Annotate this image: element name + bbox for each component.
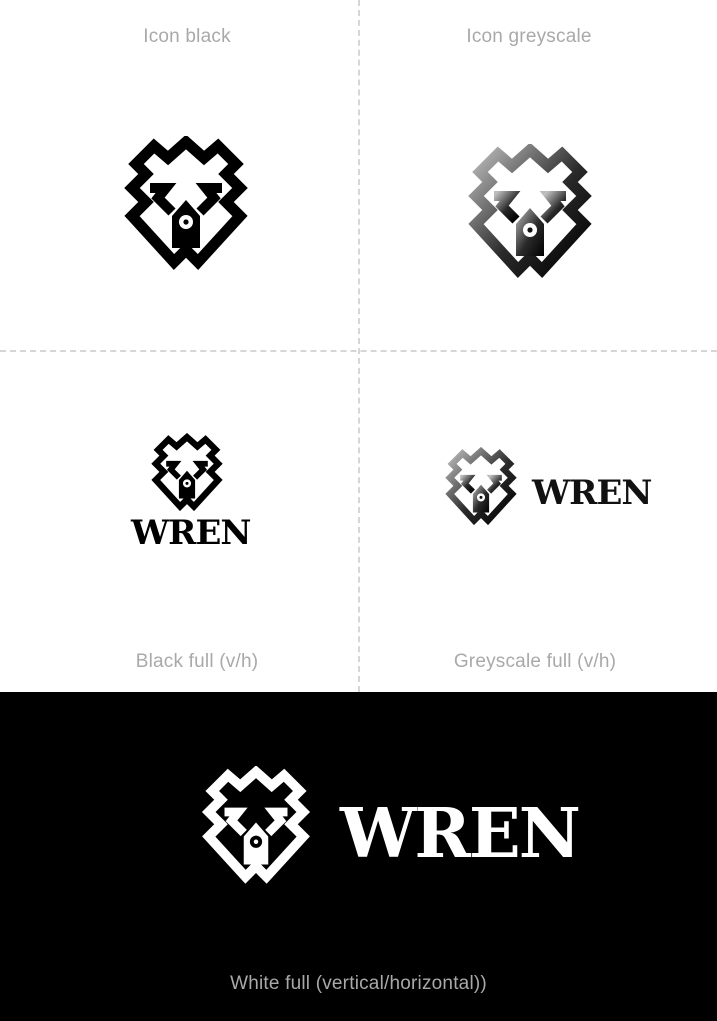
wren-icon-white [201, 766, 311, 884]
horizontal-divider [0, 350, 717, 352]
caption-icon-greyscale: Icon greyscale [466, 26, 592, 47]
caption-greyscale-full: Greyscale full (v/h) [453, 651, 617, 672]
vertical-divider [358, 0, 360, 692]
caption-black-full: Black full (v/h) [135, 651, 259, 672]
wren-icon-black-small [150, 433, 224, 513]
wordmark-greyscale: WREN [532, 473, 652, 513]
wordmark-white: WREN [340, 794, 581, 874]
panel-white-full: WREN White full (vertical/horizontal)) [0, 692, 717, 1021]
caption-white-full: White full (vertical/horizontal)) [230, 973, 487, 994]
caption-icon-black: Icon black [143, 26, 231, 47]
wren-icon-black [122, 136, 250, 272]
wordmark-black: WREN [131, 513, 251, 553]
wren-icon-greyscale-small [445, 447, 517, 526]
wren-icon-greyscale [468, 144, 592, 278]
